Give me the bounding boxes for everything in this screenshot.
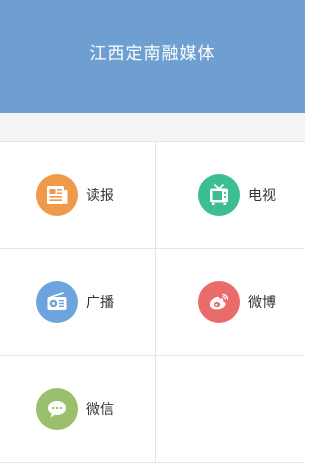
app-header: 江西定南融媒体 (0, 0, 305, 113)
menu-empty-cell (156, 356, 305, 463)
menu-item-tv[interactable]: 电视 (156, 142, 305, 249)
newspaper-icon (36, 174, 78, 216)
menu-item-label: 微信 (86, 402, 114, 418)
section-spacer (0, 113, 305, 141)
menu-item-radio[interactable]: 广播 (0, 249, 156, 356)
radio-icon (36, 281, 78, 323)
menu-item-label: 广播 (86, 295, 114, 311)
tv-icon (198, 174, 240, 216)
weibo-icon (198, 281, 240, 323)
menu-item-weibo[interactable]: 微博 (156, 249, 305, 356)
menu-item-label: 电视 (248, 188, 276, 204)
menu-item-label: 微博 (248, 295, 276, 311)
menu-grid: 读报 电视 广播 微博 微信 (0, 141, 305, 463)
page-title: 江西定南融媒体 (89, 44, 216, 64)
menu-item-wechat[interactable]: 微信 (0, 356, 156, 463)
menu-item-label: 读报 (86, 188, 114, 204)
wechat-icon (36, 388, 78, 430)
menu-item-newspaper[interactable]: 读报 (0, 142, 156, 249)
